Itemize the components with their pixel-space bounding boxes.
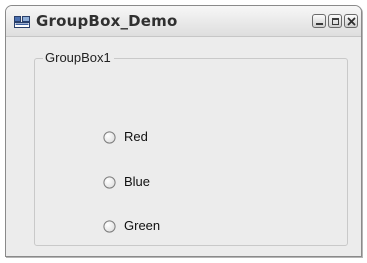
minimize-icon	[316, 23, 323, 25]
radio-green[interactable]: Green	[103, 218, 173, 234]
title-bar[interactable]: GroupBox_Demo	[6, 6, 361, 37]
radio-red-label[interactable]: Red	[124, 129, 148, 145]
radio-green-label[interactable]: Green	[124, 218, 160, 234]
radio-blue-label[interactable]: Blue	[124, 174, 150, 190]
close-button[interactable]	[344, 14, 358, 28]
window-app-icon[interactable]	[14, 15, 30, 28]
group-box-label: GroupBox1	[43, 50, 114, 66]
app-window: GroupBox_Demo GroupBox1 Red Blue Green	[5, 5, 362, 257]
group-box: GroupBox1 Red Blue Green	[34, 50, 348, 246]
maximize-button[interactable]	[328, 14, 342, 28]
minimize-button[interactable]	[312, 14, 326, 28]
radio-circle-icon[interactable]	[103, 220, 116, 233]
maximize-icon	[332, 18, 339, 25]
radio-red[interactable]: Red	[103, 129, 163, 145]
window-title: GroupBox_Demo	[36, 12, 178, 30]
window-client-area: GroupBox1 Red Blue Green	[6, 37, 361, 256]
close-icon	[347, 17, 356, 26]
radio-blue[interactable]: Blue	[103, 174, 163, 190]
radio-circle-icon[interactable]	[103, 176, 116, 189]
radio-circle-icon[interactable]	[103, 131, 116, 144]
